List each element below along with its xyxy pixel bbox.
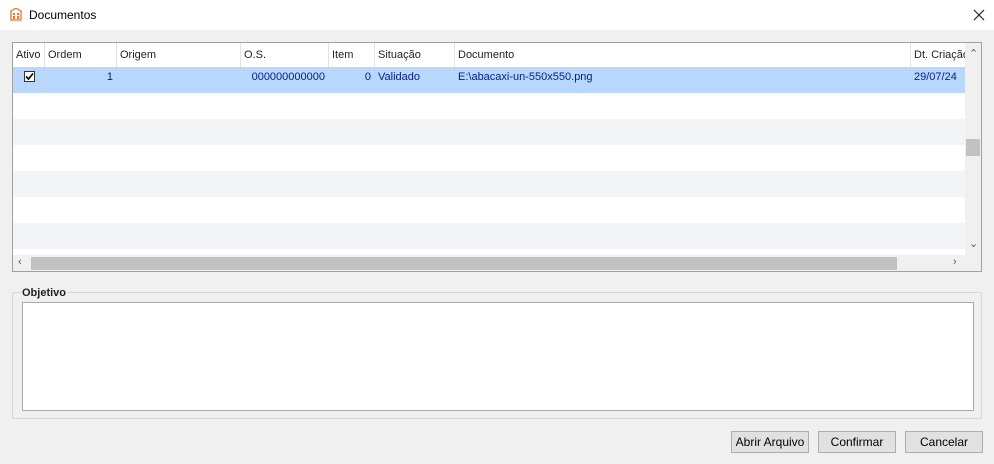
- column-header-origem[interactable]: Origem: [117, 43, 241, 67]
- close-button[interactable]: [966, 4, 992, 26]
- table-row[interactable]: 1 000000000000 0 Validado E:\abacaxi-un-…: [13, 67, 965, 93]
- cell-item: 0: [364, 71, 371, 83]
- objetivo-textarea[interactable]: [22, 302, 974, 411]
- objetivo-group: Objetivo: [12, 287, 982, 419]
- scroll-up-icon[interactable]: ⌃: [969, 47, 978, 60]
- ativo-checkbox[interactable]: [24, 71, 35, 82]
- column-header-ativo[interactable]: Ativo: [13, 43, 45, 67]
- horizontal-scroll-thumb[interactable]: [31, 257, 897, 270]
- column-header-dt-criacao[interactable]: Dt. Criação: [911, 43, 965, 67]
- column-header-item[interactable]: Item: [329, 43, 375, 67]
- empty-row: [13, 119, 965, 145]
- horizontal-scrollbar[interactable]: ‹ ›: [13, 255, 981, 271]
- column-header-os[interactable]: O.S.: [241, 43, 329, 67]
- column-header-ordem[interactable]: Ordem: [45, 43, 117, 67]
- cell-os: 000000000000: [251, 71, 325, 83]
- column-header-situacao[interactable]: Situação: [375, 43, 455, 67]
- empty-row: [13, 93, 965, 119]
- app-logo-icon: [10, 8, 22, 21]
- check-icon: [25, 72, 34, 81]
- column-header-documento[interactable]: Documento: [455, 43, 911, 67]
- scroll-right-icon[interactable]: ›: [953, 256, 957, 268]
- abrir-arquivo-button[interactable]: Abrir Arquivo: [731, 431, 809, 453]
- grid-header: Ativo Ordem Origem O.S. Item Situação Do…: [13, 43, 965, 67]
- empty-row: [13, 171, 965, 197]
- cell-documento: E:\abacaxi-un-550x550.png: [458, 71, 593, 83]
- documents-grid[interactable]: Ativo Ordem Origem O.S. Item Situação Do…: [12, 42, 982, 272]
- title-bar: Documentos: [0, 0, 994, 30]
- scroll-down-icon[interactable]: ⌄: [969, 237, 978, 250]
- cancelar-button[interactable]: Cancelar: [905, 431, 983, 453]
- vertical-scroll-thumb[interactable]: [966, 139, 980, 156]
- cell-situacao: Validado: [378, 71, 420, 83]
- cell-origem: [121, 67, 239, 93]
- window-title: Documentos: [29, 8, 97, 22]
- empty-row: [13, 223, 965, 249]
- close-icon: [973, 9, 985, 21]
- empty-row: [13, 197, 965, 223]
- grid-rows: 1 000000000000 0 Validado E:\abacaxi-un-…: [13, 67, 965, 249]
- confirmar-button[interactable]: Confirmar: [818, 431, 896, 453]
- cell-ordem: 1: [106, 71, 113, 83]
- objetivo-label: Objetivo: [21, 287, 68, 299]
- scroll-left-icon[interactable]: ‹: [18, 256, 22, 268]
- empty-row: [13, 145, 965, 171]
- vertical-scrollbar[interactable]: ⌃ ⌄: [965, 43, 981, 255]
- cell-dt-criacao: 29/07/24: [914, 71, 957, 83]
